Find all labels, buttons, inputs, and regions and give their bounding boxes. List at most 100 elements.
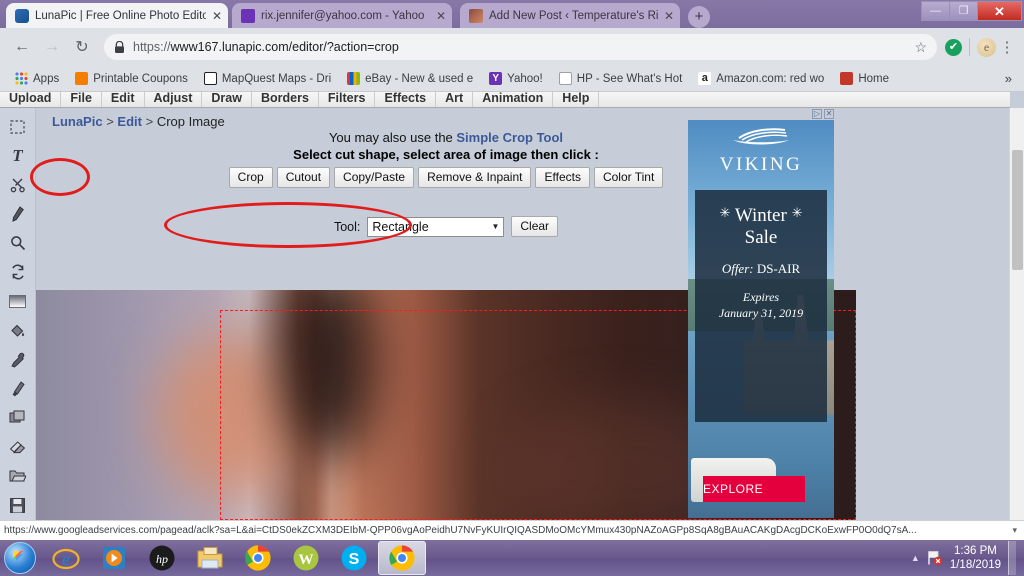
bookmark-hp[interactable]: HP - See What's Hot [552,68,690,90]
tab-close-icon[interactable]: ✕ [212,10,222,22]
taskbar-file-explorer[interactable] [186,541,234,575]
eraser-icon[interactable] [3,433,33,462]
taskbar-chrome[interactable] [234,541,282,575]
windows-start-orb[interactable] [4,542,36,574]
pencil-icon[interactable] [3,199,33,228]
scroll-down-icon: ▾ [1012,525,1017,535]
bookmark-label: Amazon.com: red wo [716,72,825,85]
selection-icon[interactable] [3,112,33,141]
color-tint-button[interactable]: Color Tint [593,167,664,188]
windows-flag-icon [12,550,28,566]
back-icon[interactable]: ← [8,33,36,61]
extension-icon[interactable]: ✔ [945,38,962,56]
tray-overflow-icon[interactable]: ▲ [911,553,920,563]
lunapic-menubar: Upload File Edit Adjust Draw Borders Fil… [0,92,1010,108]
scrollbar-thumb[interactable] [1012,150,1023,270]
simple-crop-tool-link[interactable]: Simple Crop Tool [456,130,563,145]
chrome-menu-icon[interactable]: ⋮ [998,38,1016,56]
address-bar[interactable]: https://www167.lunapic.com/editor/?actio… [104,34,937,60]
clear-button[interactable]: Clear [511,216,559,237]
bookmarks-bar: Apps Printable Coupons MapQuest Maps - D… [0,66,1024,92]
menu-upload[interactable]: Upload [0,92,62,107]
taskbar-w-app[interactable]: W [282,541,330,575]
system-tray: ▲ 1:36 PM 1/18/2019 [911,541,1024,575]
bookmark-amazon[interactable]: a Amazon.com: red wo [691,68,831,90]
copy-paste-button[interactable]: Copy/Paste [334,167,415,188]
ad-controls: ▷ ✕ [688,108,834,120]
bookmark-yahoo[interactable]: Y Yahoo! [482,68,550,90]
bookmark-home[interactable]: Home [833,68,896,90]
amazon-icon: a [698,72,712,85]
maximize-button[interactable]: ❐ [949,1,978,21]
ad-explore-button[interactable]: EXPLORE [703,476,805,502]
cutout-button[interactable]: Cutout [276,167,331,188]
internet-explorer-icon: e [52,548,80,570]
magnifier-icon[interactable] [3,229,33,258]
crop-button[interactable]: Crop [228,167,273,188]
menu-edit[interactable]: Edit [102,92,145,107]
scissors-icon[interactable] [3,170,33,199]
breadcrumb-edit[interactable]: Edit [117,114,142,129]
browser-tab-lunapic[interactable]: LunaPic | Free Online Photo Edito ✕ [6,3,228,28]
bookmark-apps[interactable]: Apps [8,68,66,90]
rotate-icon[interactable] [3,258,33,287]
adchoices-icon[interactable]: ▷ [812,109,822,119]
svg-text:hp: hp [156,552,168,566]
status-url-text: https://www.googleadservices.com/pagead/… [4,525,917,536]
page-scrollbar[interactable] [1009,108,1024,520]
menu-borders[interactable]: Borders [252,92,319,107]
menu-filters[interactable]: Filters [319,92,376,107]
menu-art[interactable]: Art [436,92,474,107]
taskbar-skype[interactable]: S [330,541,378,575]
bookmark-mapquest[interactable]: MapQuest Maps - Dri [197,68,338,90]
tool-select[interactable]: Rectangle ▼ [367,216,505,237]
taskbar-internet-explorer[interactable]: e [42,541,90,575]
breadcrumb-lunapic[interactable]: LunaPic [52,114,103,129]
menu-file[interactable]: File [61,92,102,107]
taskbar-hp[interactable]: hp [138,541,186,575]
menu-help[interactable]: Help [553,92,600,107]
layers-icon[interactable] [3,403,33,432]
browser-toolbar: ← → ↻ https://www167.lunapic.com/editor/… [0,28,1024,66]
menu-adjust[interactable]: Adjust [145,92,203,107]
text-icon[interactable]: T [3,141,33,170]
show-desktop-button[interactable] [1008,541,1016,575]
brush-icon[interactable] [3,374,33,403]
taskbar-media-player[interactable] [90,541,138,575]
save-icon[interactable] [3,491,33,520]
ad-offer-label: Offer: [721,261,754,276]
yahoo-mail-icon [241,8,255,23]
tab-close-icon[interactable]: ✕ [664,10,674,22]
menu-draw[interactable]: Draw [202,92,252,107]
tab-close-icon[interactable]: ✕ [436,10,446,22]
ebay-icon [347,72,361,85]
bookmark-star-icon[interactable]: ☆ [914,39,927,56]
eyedropper-icon[interactable] [3,345,33,374]
menu-animation[interactable]: Animation [473,92,554,107]
avatar[interactable]: e [977,37,996,57]
media-player-icon [103,547,125,569]
menu-effects[interactable]: Effects [375,92,437,107]
effects-button[interactable]: Effects [535,167,590,188]
close-icon[interactable]: ✕ [824,109,834,119]
viking-ship-icon [688,124,834,152]
taskbar-chrome-active[interactable] [378,541,426,575]
new-tab-button[interactable]: + [688,6,710,28]
paint-bucket-icon[interactable] [3,316,33,345]
reload-icon[interactable]: ↻ [68,33,96,61]
bookmark-ebay[interactable]: eBay - New & used e [340,68,480,90]
bookmark-printable-coupons[interactable]: Printable Coupons [68,68,195,90]
chrome-browser-window: LunaPic | Free Online Photo Edito ✕ rix.… [0,0,1024,540]
flag-alert-icon[interactable] [927,550,943,566]
bookmarks-overflow-icon[interactable]: » [1005,71,1016,86]
minimize-button[interactable]: — [921,1,950,21]
close-button[interactable]: ✕ [977,1,1022,21]
folder-open-icon[interactable] [3,462,33,491]
browser-tab-add-new-post[interactable]: Add New Post ‹ Temperature's Ri ✕ [460,3,680,28]
forward-icon[interactable]: → [38,33,66,61]
browser-tab-yahoo-mail[interactable]: rix.jennifer@yahoo.com - Yahoo ✕ [232,3,452,28]
taskbar-clock[interactable]: 1:36 PM 1/18/2019 [950,544,1001,572]
ad-creative[interactable]: VIKING ✳ Winter ✳ Sale Offer: DS-AIR Exp… [688,120,834,518]
svg-text:e: e [62,549,70,569]
remove-inpaint-button[interactable]: Remove & Inpaint [418,167,532,188]
